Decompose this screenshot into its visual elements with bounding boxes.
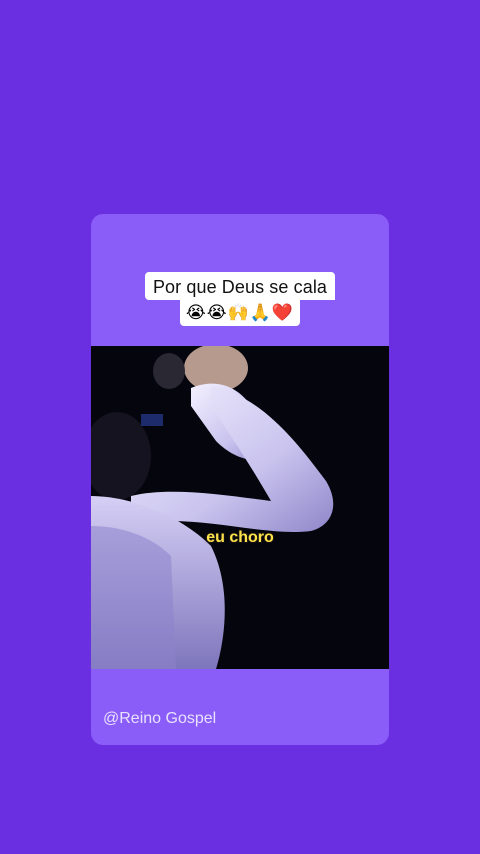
video-player[interactable]: eu choro — [91, 346, 389, 669]
caption-emojis: 😭😭🙌🙏❤️ — [179, 300, 301, 326]
story-card[interactable]: Por que Deus se cala 😭😭🙌🙏❤️ eu choro @Re… — [91, 214, 389, 745]
caption-text: Por que Deus se cala — [144, 272, 336, 300]
caption: Por que Deus se cala 😭😭🙌🙏❤️ — [91, 272, 389, 326]
account-handle[interactable]: @Reino Gospel — [103, 710, 216, 728]
video-still-image — [91, 346, 389, 669]
video-subtitle: eu choro — [206, 529, 274, 546]
